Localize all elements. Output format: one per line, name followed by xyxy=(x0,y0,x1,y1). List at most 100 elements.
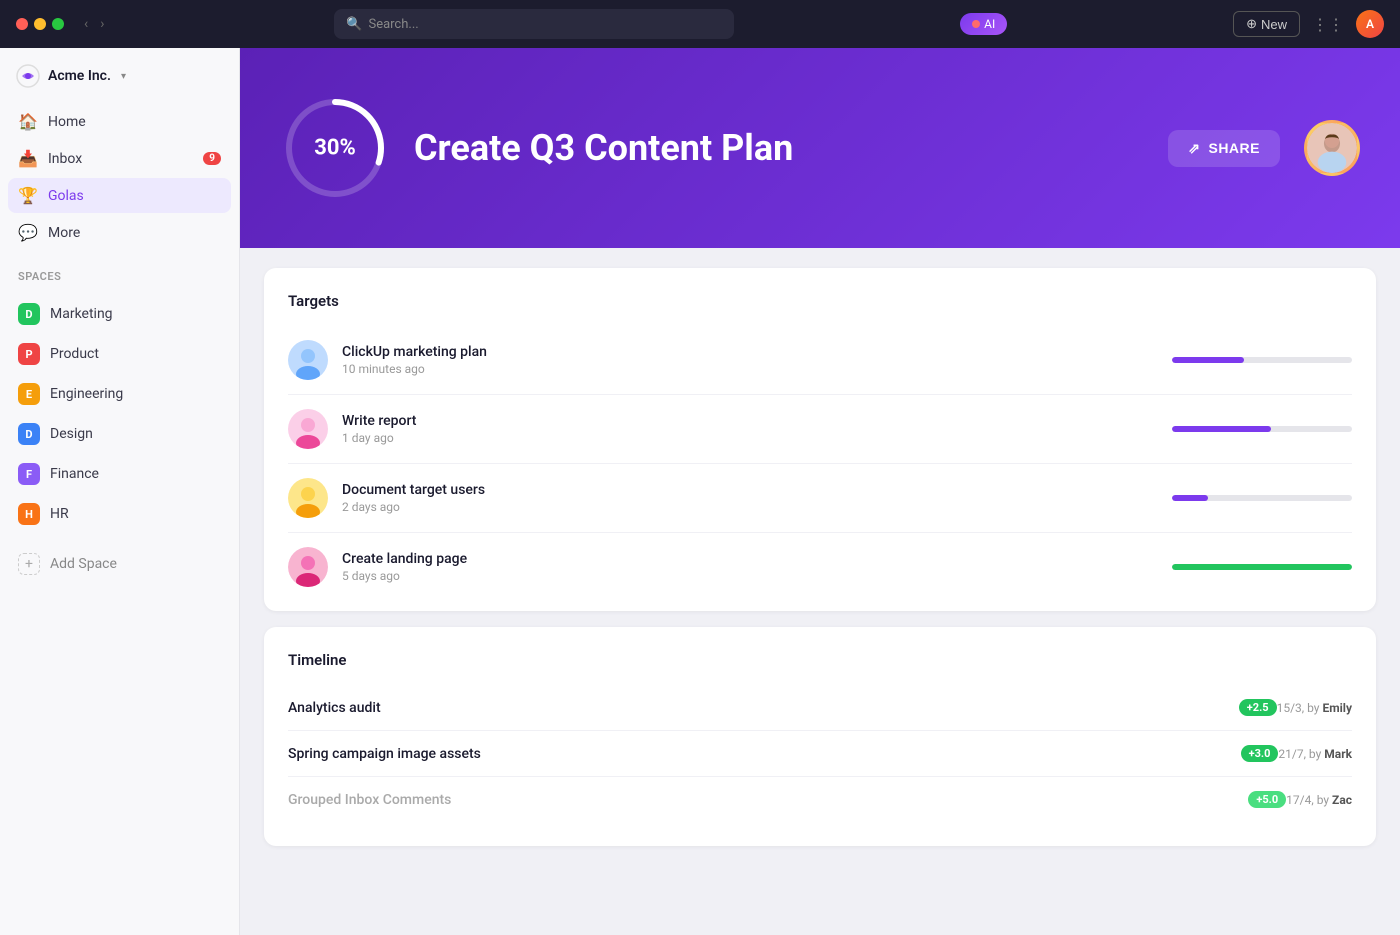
engineering-badge: E xyxy=(18,383,40,405)
timeline-name-2: Spring campaign image assets xyxy=(288,746,1231,762)
back-arrow[interactable]: ‹ xyxy=(80,14,92,34)
titlebar: ‹ › 🔍 Search... AI ⊕ New ⋮⋮ A xyxy=(0,0,1400,48)
design-badge: D xyxy=(18,423,40,445)
progress-fill-2 xyxy=(1172,426,1271,432)
progress-bar-1 xyxy=(1172,357,1352,363)
space-item-design[interactable]: D Design xyxy=(8,415,231,453)
inbox-icon: 📥 xyxy=(18,149,38,168)
spaces-list: D Marketing P Product E Engineering D De… xyxy=(0,287,239,541)
timeline-name-1: Analytics audit xyxy=(288,700,1229,716)
space-engineering-label: Engineering xyxy=(50,386,123,402)
target-time-2: 1 day ago xyxy=(342,431,1158,445)
timeline-item: Analytics audit +2.5 15/3, by Emily xyxy=(288,685,1352,731)
targets-card: Targets ClickUp marketing plan 10 minute… xyxy=(264,268,1376,611)
target-name-3: Document target users xyxy=(342,482,1158,498)
hero-avatar xyxy=(1304,120,1360,176)
marketing-badge: D xyxy=(18,303,40,325)
new-button[interactable]: ⊕ New xyxy=(1233,11,1300,37)
ai-button[interactable]: AI xyxy=(960,13,1007,35)
target-avatar-3 xyxy=(288,478,328,518)
workspace-header[interactable]: Acme Inc. ▾ xyxy=(0,48,239,96)
timeline-badge-1: +2.5 xyxy=(1239,699,1277,716)
maximize-button[interactable] xyxy=(52,18,64,30)
user-avatar[interactable]: A xyxy=(1356,10,1384,38)
more-icon: 💬 xyxy=(18,223,38,242)
progress-fill-4 xyxy=(1172,564,1352,570)
share-button[interactable]: ⇗ SHARE xyxy=(1168,130,1280,167)
page-title: Create Q3 Content Plan xyxy=(414,127,1144,169)
timeline-badge-2: +3.0 xyxy=(1241,745,1279,762)
timeline-item: Spring campaign image assets +3.0 21/7, … xyxy=(288,731,1352,777)
progress-bar-3 xyxy=(1172,495,1352,501)
search-placeholder: Search... xyxy=(368,17,418,32)
timeline-name-3: Grouped Inbox Comments xyxy=(288,792,1238,808)
target-name-2: Write report xyxy=(342,413,1158,429)
space-design-label: Design xyxy=(50,426,93,442)
close-button[interactable] xyxy=(16,18,28,30)
target-avatar-2 xyxy=(288,409,328,449)
ai-label: AI xyxy=(984,17,995,31)
space-finance-label: Finance xyxy=(50,466,99,482)
target-info-4: Create landing page 5 days ago xyxy=(342,551,1158,583)
space-item-marketing[interactable]: D Marketing xyxy=(8,295,231,333)
space-item-finance[interactable]: F Finance xyxy=(8,455,231,493)
space-item-hr[interactable]: H HR xyxy=(8,495,231,533)
sidebar-item-home[interactable]: 🏠 Home xyxy=(8,104,231,139)
target-avatar-4 xyxy=(288,547,328,587)
target-item: Write report 1 day ago xyxy=(288,395,1352,464)
sidebar-item-more[interactable]: 💬 More xyxy=(8,215,231,250)
sidebar-nav: 🏠 Home 📥 Inbox 9 🏆 Golas 💬 More xyxy=(0,96,239,258)
space-item-product[interactable]: P Product xyxy=(8,335,231,373)
workspace-chevron-icon: ▾ xyxy=(121,71,126,82)
target-info-1: ClickUp marketing plan 10 minutes ago xyxy=(342,344,1158,376)
target-time-3: 2 days ago xyxy=(342,500,1158,514)
target-item: ClickUp marketing plan 10 minutes ago xyxy=(288,326,1352,395)
content-area: Targets ClickUp marketing plan 10 minute… xyxy=(240,248,1400,935)
add-space-label: Add Space xyxy=(50,556,117,572)
target-time-4: 5 days ago xyxy=(342,569,1158,583)
progress-percent: 30% xyxy=(314,136,356,161)
sidebar-item-goals[interactable]: 🏆 Golas xyxy=(8,178,231,213)
target-avatar-1 xyxy=(288,340,328,380)
target-item: Create landing page 5 days ago xyxy=(288,533,1352,587)
sidebar-more-label: More xyxy=(48,225,80,241)
sidebar-goals-label: Golas xyxy=(48,188,84,204)
sidebar-inbox-label: Inbox xyxy=(48,151,82,167)
finance-badge: F xyxy=(18,463,40,485)
hr-badge: H xyxy=(18,503,40,525)
target-name-1: ClickUp marketing plan xyxy=(342,344,1158,360)
inbox-badge: 9 xyxy=(203,152,221,165)
space-product-label: Product xyxy=(50,346,99,362)
space-item-engineering[interactable]: E Engineering xyxy=(8,375,231,413)
minimize-button[interactable] xyxy=(34,18,46,30)
space-marketing-label: Marketing xyxy=(50,306,113,322)
progress-bar-2 xyxy=(1172,426,1352,432)
workspace-name: Acme Inc. xyxy=(48,68,111,84)
timeline-title: Timeline xyxy=(288,651,1352,669)
search-bar[interactable]: 🔍 Search... xyxy=(334,9,734,39)
main-content: 30% Create Q3 Content Plan ⇗ SHARE xyxy=(240,48,1400,935)
search-icon: 🔍 xyxy=(346,17,362,32)
traffic-lights xyxy=(16,18,64,30)
ai-dot-icon xyxy=(972,20,980,28)
timeline-card: Timeline Analytics audit +2.5 15/3, by E… xyxy=(264,627,1376,846)
targets-title: Targets xyxy=(288,292,1352,310)
product-badge: P xyxy=(18,343,40,365)
target-name-4: Create landing page xyxy=(342,551,1158,567)
sidebar: Acme Inc. ▾ 🏠 Home 📥 Inbox 9 🏆 Golas 💬 M… xyxy=(0,48,240,935)
forward-arrow[interactable]: › xyxy=(96,14,108,34)
sidebar-home-label: Home xyxy=(48,114,86,130)
titlebar-right: ⊕ New ⋮⋮ A xyxy=(1233,10,1384,38)
timeline-badge-3: +5.0 xyxy=(1248,791,1286,808)
share-label: SHARE xyxy=(1208,140,1260,156)
progress-fill-3 xyxy=(1172,495,1208,501)
add-space-button[interactable]: + Add Space xyxy=(8,545,231,583)
grid-icon[interactable]: ⋮⋮ xyxy=(1312,15,1344,34)
timeline-meta-3: 17/4, by Zac xyxy=(1286,793,1352,807)
hero-section: 30% Create Q3 Content Plan ⇗ SHARE xyxy=(240,48,1400,248)
main-layout: Acme Inc. ▾ 🏠 Home 📥 Inbox 9 🏆 Golas 💬 M… xyxy=(0,48,1400,935)
add-space-icon: + xyxy=(18,553,40,575)
new-label: New xyxy=(1261,17,1287,32)
sidebar-item-inbox[interactable]: 📥 Inbox 9 xyxy=(8,141,231,176)
target-time-1: 10 minutes ago xyxy=(342,362,1158,376)
